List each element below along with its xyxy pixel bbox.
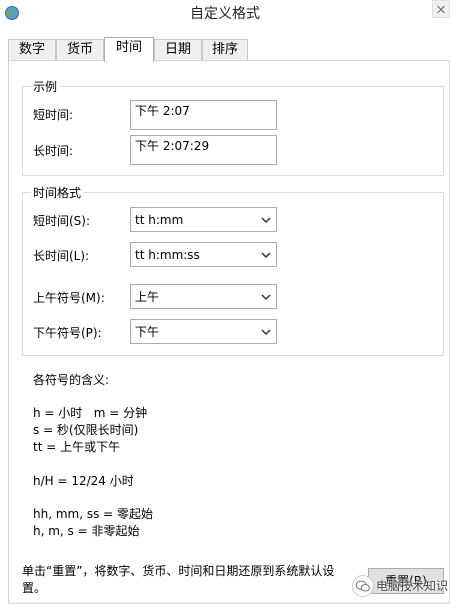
am-symbol-label: 上午符号(M): — [33, 291, 105, 305]
chevron-down-icon — [261, 217, 271, 224]
example-long-label: 长时间: — [33, 144, 74, 158]
pm-symbol-label: 下午符号(P): — [33, 326, 102, 340]
am-symbol-combobox[interactable]: 上午 — [130, 284, 277, 309]
short-time-combobox[interactable]: tt h:mm — [130, 207, 277, 232]
tab-time[interactable]: 时间 — [104, 37, 154, 62]
short-time-label: 短时间(S): — [33, 214, 91, 228]
example-short-label: 短时间: — [33, 108, 74, 122]
long-time-combobox[interactable]: tt h:mm:ss — [130, 242, 277, 267]
example-group-title: 示例 — [31, 78, 60, 95]
chevron-down-icon — [261, 329, 271, 336]
example-short-value: 下午 2:07 — [130, 100, 277, 130]
symbols-line: hh, mm, ss = 零起始 — [33, 507, 154, 521]
tab-sort[interactable]: 排序 — [202, 39, 248, 61]
short-time-combobox-value: tt h:mm — [135, 213, 184, 227]
tab-number[interactable]: 数字 — [8, 39, 56, 61]
tab-currency[interactable]: 货币 — [56, 39, 104, 61]
watermark: 电脑技术知识 — [352, 573, 450, 599]
long-time-combobox-value: tt h:mm:ss — [135, 248, 200, 262]
long-time-label: 长时间(L): — [33, 249, 90, 263]
watermark-text: 电脑技术知识 — [376, 579, 449, 593]
pm-symbol-combobox[interactable]: 下午 — [130, 319, 277, 344]
symbols-line: tt = 上午或下午 — [33, 440, 121, 454]
chevron-down-icon — [261, 252, 271, 259]
wechat-icon — [352, 575, 374, 597]
pm-symbol-combobox-value: 下午 — [135, 325, 160, 339]
reset-hint-text: 单击“重置”，将数字、货币、时间和日期还原到系统默认设置。 — [22, 564, 335, 595]
symbols-line: h = 小时 m = 分钟 — [33, 406, 148, 420]
example-long-value: 下午 2:07:29 — [130, 135, 277, 165]
symbols-line: s = 秒(仅限长时间) — [33, 423, 139, 437]
title-bar: 自定义格式 — [0, 0, 450, 30]
tab-date[interactable]: 日期 — [154, 39, 202, 61]
symbols-heading: 各符号的含义: — [33, 373, 110, 387]
close-button[interactable] — [432, 0, 450, 18]
window-title: 自定义格式 — [190, 6, 260, 22]
am-symbol-combobox-value: 上午 — [135, 290, 160, 304]
time-format-group-title: 时间格式 — [31, 184, 84, 201]
chevron-down-icon — [261, 294, 271, 301]
symbols-line: h, m, s = 非零起始 — [33, 524, 140, 538]
symbols-line: h/H = 12/24 小时 — [33, 474, 134, 488]
tab-strip: 数字 货币 时间 日期 排序 — [0, 37, 450, 62]
